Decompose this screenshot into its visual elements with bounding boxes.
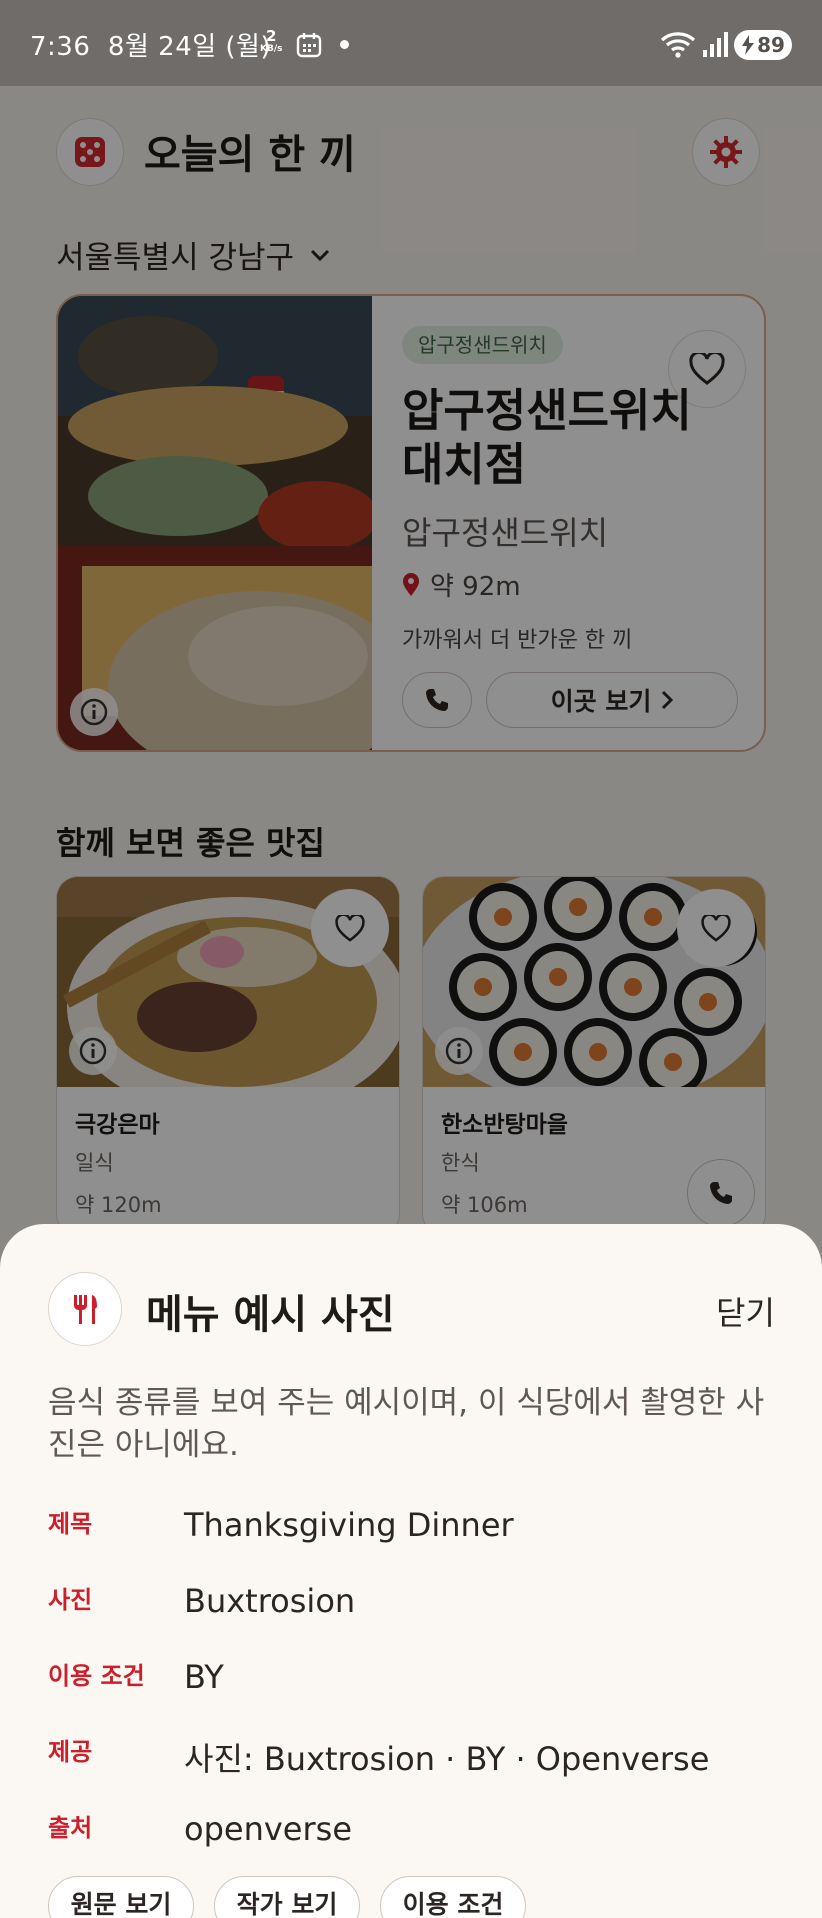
photo-info-button[interactable] bbox=[70, 688, 118, 736]
view-original-button[interactable]: 원문 보기 bbox=[48, 1876, 194, 1918]
map-pin-icon bbox=[403, 572, 419, 596]
meta-key: 이용 조건 bbox=[48, 1662, 145, 1690]
meta-key: 제목 bbox=[48, 1510, 93, 1538]
thanksgiving-dinner-photo bbox=[58, 296, 372, 750]
call-button[interactable] bbox=[402, 672, 472, 728]
meta-row-photographer: 사진 Buxtrosion bbox=[48, 1580, 778, 1630]
view-author-button[interactable]: 작가 보기 bbox=[214, 1876, 360, 1918]
fork-knife-icon bbox=[74, 1295, 97, 1324]
restaurant-brand: 압구정샌드위치 bbox=[402, 514, 609, 552]
photo-info-button[interactable] bbox=[435, 1027, 483, 1075]
featured-info: 압구정샌드위치 압구정샌드위치 대치점 압구정샌드위치 약 92m 가까워서 더… bbox=[402, 296, 752, 750]
close-button[interactable]: 닫기 bbox=[716, 1288, 775, 1334]
card-category: 일식 bbox=[75, 1151, 114, 1175]
chevron-down-icon bbox=[310, 249, 330, 261]
heart-icon bbox=[689, 353, 725, 385]
battery-level: 89 bbox=[757, 33, 785, 57]
chevron-right-icon bbox=[662, 690, 674, 710]
info-icon bbox=[79, 1037, 107, 1065]
meta-key: 출처 bbox=[48, 1814, 93, 1842]
favorite-button[interactable] bbox=[311, 889, 389, 967]
photo-info-sheet: 메뉴 예시 사진 닫기 음식 종류를 보여 주는 예시이며, 이 식당에서 촬영… bbox=[0, 1224, 822, 1918]
brand-chip: 압구정샌드위치 bbox=[402, 326, 563, 364]
heart-icon bbox=[335, 914, 365, 942]
meta-value: Buxtrosion bbox=[184, 1582, 356, 1620]
wifi-icon bbox=[660, 32, 696, 58]
battery-indicator: 89 bbox=[734, 30, 792, 60]
license-terms-button[interactable]: 이용 조건 bbox=[380, 1876, 526, 1918]
card-distance: 약 106m bbox=[441, 1193, 528, 1217]
photo-info-button[interactable] bbox=[69, 1027, 117, 1075]
recommendation-card[interactable]: 극강은마 일식 약 120m bbox=[56, 876, 400, 1236]
location-selector[interactable]: 서울특별시 강남구 bbox=[56, 232, 332, 277]
favorite-button[interactable] bbox=[677, 889, 755, 967]
call-button[interactable] bbox=[687, 1159, 755, 1227]
notification-dot-icon bbox=[340, 40, 349, 49]
meta-row-title: 제목 Thanksgiving Dinner bbox=[48, 1504, 778, 1554]
gear-icon bbox=[710, 136, 742, 168]
featured-restaurant-card[interactable]: 압구정샌드위치 압구정샌드위치 대치점 압구정샌드위치 약 92m 가까워서 더… bbox=[56, 294, 766, 752]
status-time: 7:36 bbox=[30, 32, 91, 62]
view-place-label: 이곳 보기 bbox=[550, 687, 652, 716]
meta-row-license: 이용 조건 BY bbox=[48, 1656, 778, 1706]
card-distance: 약 120m bbox=[75, 1193, 162, 1217]
heart-icon bbox=[701, 914, 731, 942]
app-logo bbox=[56, 118, 124, 186]
dice-icon bbox=[75, 137, 105, 167]
signal-icon bbox=[703, 32, 728, 57]
location-label: 서울특별시 강남구 bbox=[56, 240, 295, 276]
sheet-icon bbox=[48, 1272, 122, 1346]
featured-food-photo bbox=[58, 296, 372, 750]
card-photo bbox=[57, 877, 399, 1087]
meta-key: 사진 bbox=[48, 1586, 93, 1614]
distance-label: 약 92m bbox=[430, 572, 521, 602]
card-photo bbox=[423, 877, 765, 1087]
meta-value: openverse bbox=[184, 1810, 352, 1848]
phone-icon bbox=[710, 1182, 732, 1204]
distance-row: 약 92m bbox=[402, 566, 521, 603]
network-speed: 2 KB/s bbox=[260, 29, 283, 56]
meta-value: Thanksgiving Dinner bbox=[184, 1506, 514, 1544]
meta-value: 사진: Buxtrosion · BY · Openverse bbox=[184, 1740, 710, 1778]
app-title: 오늘의 한 끼 bbox=[144, 132, 356, 178]
card-name: 한소반탕마을 bbox=[441, 1112, 568, 1138]
card-category: 한식 bbox=[441, 1151, 480, 1175]
meta-row-source: 출처 openverse bbox=[48, 1808, 778, 1858]
restaurant-name: 압구정샌드위치 대치점 bbox=[402, 384, 692, 491]
meta-value: BY bbox=[184, 1658, 224, 1696]
sheet-description: 음식 종류를 보여 주는 예시이며, 이 식당에서 촬영한 사진은 아니에요. bbox=[48, 1385, 765, 1463]
network-speed-unit: KB/s bbox=[260, 44, 283, 54]
sheet-title: 메뉴 예시 사진 bbox=[146, 1292, 395, 1338]
recommendation-card[interactable]: 한소반탕마을 한식 약 106m bbox=[422, 876, 766, 1236]
charging-icon bbox=[742, 35, 755, 55]
meta-key: 제공 bbox=[48, 1738, 93, 1766]
meta-row-credit: 제공 사진: Buxtrosion · BY · Openverse bbox=[48, 1732, 778, 1782]
calendar-icon bbox=[296, 33, 322, 58]
info-icon bbox=[80, 698, 108, 726]
phone-icon bbox=[426, 689, 448, 711]
settings-button[interactable] bbox=[692, 118, 760, 186]
tagline: 가까워서 더 반가운 한 끼 bbox=[402, 628, 633, 653]
info-icon bbox=[445, 1037, 473, 1065]
view-place-button[interactable]: 이곳 보기 bbox=[486, 672, 738, 728]
section-title: 함께 보면 좋은 맛집 bbox=[56, 824, 325, 862]
status-bar: 7:36 8월 24일 (월) 2 KB/s 89 bbox=[0, 0, 822, 86]
status-date: 8월 24일 (월) bbox=[107, 32, 272, 62]
card-name: 극강은마 bbox=[75, 1112, 160, 1138]
status-time-date: 7:36 8월 24일 (월) bbox=[30, 26, 271, 63]
